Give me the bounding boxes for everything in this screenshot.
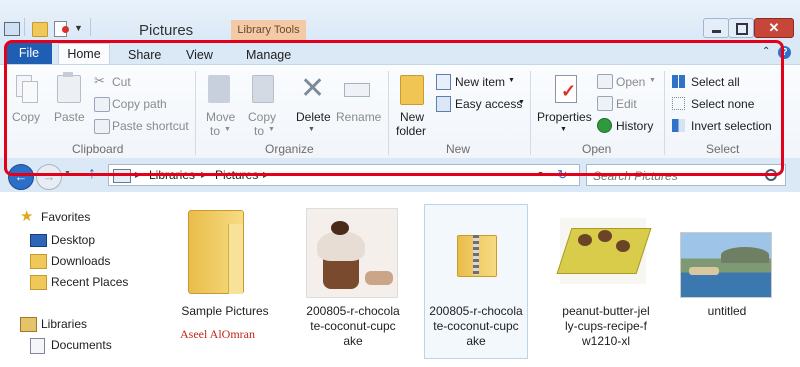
maximize-button[interactable] xyxy=(728,18,754,38)
star-icon: ★ xyxy=(20,208,34,225)
nav-item-documents[interactable]: Documents xyxy=(30,336,150,354)
file-item-cupcake-image[interactable]: 200805-r-chocola te-coconut-cupc ake xyxy=(298,204,408,359)
watermark-signature: Aseel AlOmran xyxy=(180,327,255,341)
cupcake-thumbnail xyxy=(306,208,398,298)
minimize-button[interactable] xyxy=(703,18,729,38)
window-title: Pictures xyxy=(139,22,194,39)
library-tools-tab: Library Tools xyxy=(231,20,306,40)
window-menu-icon[interactable] xyxy=(4,22,20,36)
nav-item-recent-places[interactable]: Recent Places xyxy=(30,273,150,291)
close-icon: ✕ xyxy=(768,20,780,35)
explorer-window: ▼ Pictures Library Tools ✕ File Home Sha… xyxy=(0,0,800,367)
libraries-node[interactable]: Libraries xyxy=(20,315,140,333)
title-bar: ▼ Pictures Library Tools ✕ xyxy=(0,0,800,40)
nav-item-downloads[interactable]: Downloads xyxy=(30,252,150,270)
recent-places-icon xyxy=(30,275,47,290)
peanut-butter-thumbnail xyxy=(556,218,652,284)
documents-icon xyxy=(30,338,45,354)
quick-access-dropdown-icon[interactable]: ▼ xyxy=(74,23,83,33)
folder-icon[interactable] xyxy=(32,22,48,37)
close-button[interactable]: ✕ xyxy=(754,18,794,38)
nav-item-desktop[interactable]: Desktop xyxy=(30,231,150,249)
desktop-icon xyxy=(30,234,47,247)
minimize-icon xyxy=(712,30,721,33)
content-area: ★ Favorites Desktop Downloads Recent Pla… xyxy=(0,192,800,367)
libraries-icon xyxy=(20,317,37,332)
highlight-box xyxy=(4,40,784,176)
landscape-thumbnail xyxy=(680,232,772,298)
file-item-cupcake-zip[interactable]: 200805-r-chocola te-coconut-cupc ake xyxy=(424,204,528,359)
maximize-icon xyxy=(736,23,748,35)
favorites-node[interactable]: ★ Favorites xyxy=(20,208,140,227)
file-item-untitled-image[interactable]: untitled xyxy=(672,204,782,359)
downloads-folder-icon xyxy=(30,254,47,269)
file-item-peanut-butter-image[interactable]: peanut-butter-jel ly-cups-recipe-f w1210… xyxy=(550,204,662,359)
